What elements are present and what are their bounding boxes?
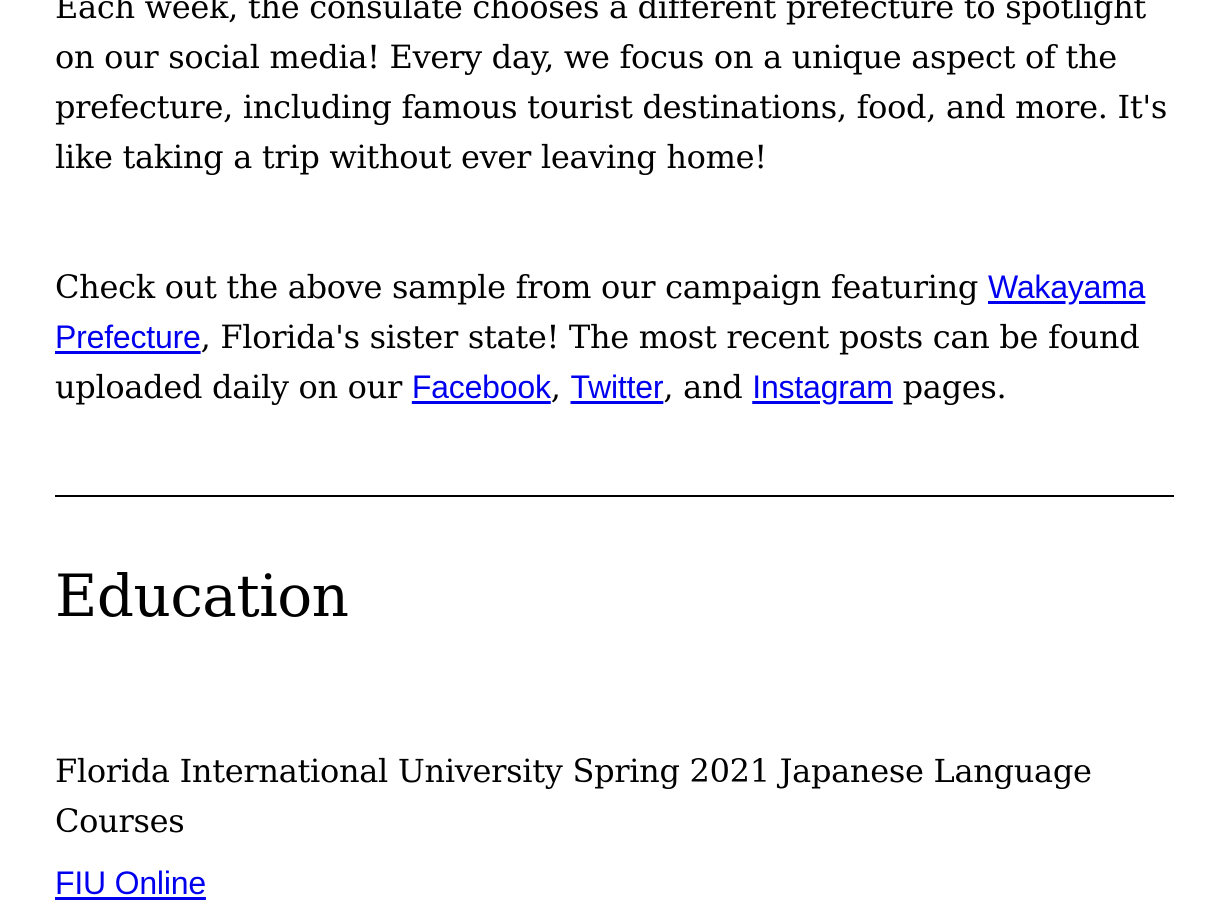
twitter-link[interactable]: Twitter [571,369,664,405]
course-title: Florida International University Spring … [55,752,1092,840]
instagram-link[interactable]: Instagram [752,369,893,405]
section-divider [55,495,1174,497]
campaign-separator: , [550,368,571,406]
education-heading: Education [55,562,349,630]
campaign-paragraph: Check out the above sample from our camp… [55,262,1175,412]
campaign-separator: , and [663,368,753,406]
intro-paragraph: Each week, the consulate chooses a diffe… [55,0,1168,176]
fiu-online-link[interactable]: FIU Online [55,858,1175,908]
facebook-link[interactable]: Facebook [412,369,551,405]
page-content: Each week, the consulate chooses a diffe… [55,0,1175,908]
campaign-text-before: Check out the above sample from our camp… [55,268,988,306]
campaign-text-after: pages. [892,368,1007,406]
